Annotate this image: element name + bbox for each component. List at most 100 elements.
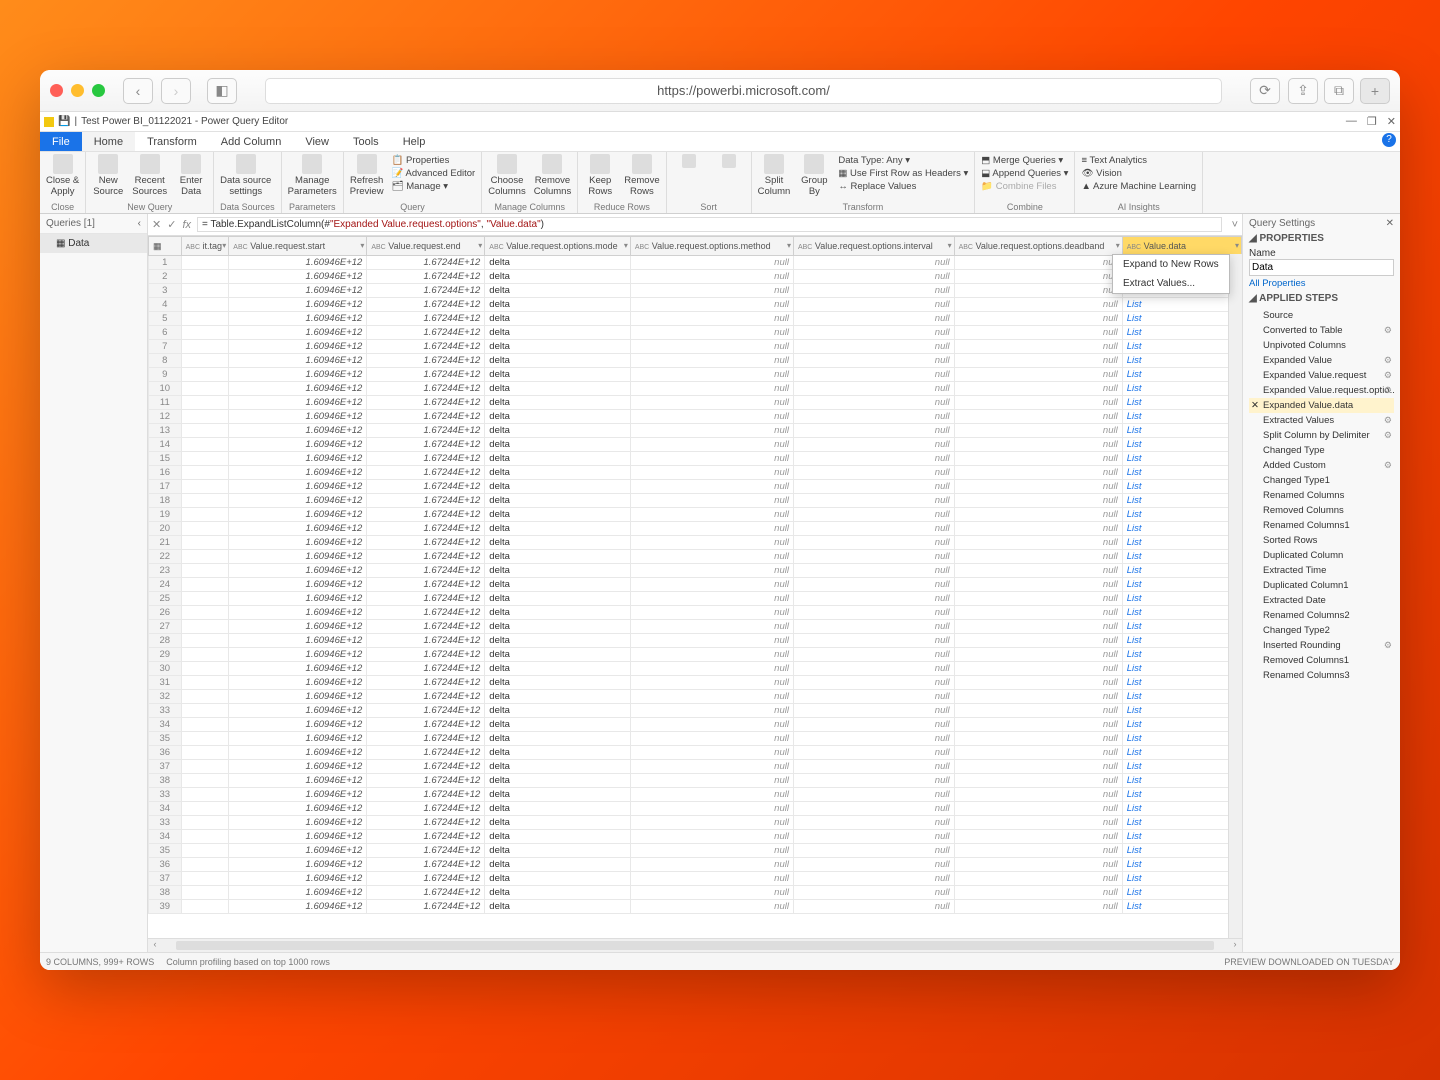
- cell[interactable]: null: [954, 438, 1122, 452]
- cell[interactable]: 1.67244E+12: [367, 466, 485, 480]
- row-number[interactable]: 14: [149, 438, 182, 452]
- cell[interactable]: delta: [485, 788, 631, 802]
- cell[interactable]: null: [954, 508, 1122, 522]
- gear-icon[interactable]: ⚙: [1384, 430, 1392, 441]
- minimize-icon[interactable]: —: [1346, 115, 1357, 128]
- row-number[interactable]: 11: [149, 396, 182, 410]
- column-header[interactable]: ABC it.tag▾: [181, 237, 229, 256]
- cell[interactable]: 1.67244E+12: [367, 606, 485, 620]
- cell-value-data[interactable]: List: [1122, 508, 1241, 522]
- cell[interactable]: [181, 872, 229, 886]
- recent-sources-button[interactable]: Recent Sources: [132, 154, 167, 197]
- cell[interactable]: 1.67244E+12: [367, 312, 485, 326]
- cell[interactable]: 1.67244E+12: [367, 438, 485, 452]
- row-number[interactable]: 35: [149, 844, 182, 858]
- row-number[interactable]: 28: [149, 634, 182, 648]
- cell[interactable]: null: [630, 634, 793, 648]
- cell[interactable]: 1.67244E+12: [367, 704, 485, 718]
- combine-files-button[interactable]: 📁 Combine Files: [981, 180, 1068, 193]
- cell[interactable]: null: [630, 774, 793, 788]
- cell[interactable]: null: [793, 424, 954, 438]
- cell[interactable]: delta: [485, 494, 631, 508]
- cell[interactable]: 1.67244E+12: [367, 550, 485, 564]
- row-number[interactable]: 33: [149, 816, 182, 830]
- cell[interactable]: null: [793, 858, 954, 872]
- applied-step[interactable]: Removed Columns: [1249, 503, 1394, 518]
- cell[interactable]: null: [954, 788, 1122, 802]
- cell[interactable]: delta: [485, 522, 631, 536]
- cell[interactable]: 1.60946E+12: [229, 900, 367, 914]
- restore-icon[interactable]: ❐: [1367, 115, 1377, 128]
- cell[interactable]: null: [630, 718, 793, 732]
- row-number[interactable]: 20: [149, 522, 182, 536]
- row-number[interactable]: 37: [149, 760, 182, 774]
- cell[interactable]: null: [630, 396, 793, 410]
- cell[interactable]: 1.60946E+12: [229, 872, 367, 886]
- cell[interactable]: 1.60946E+12: [229, 424, 367, 438]
- cell[interactable]: [181, 858, 229, 872]
- vertical-scrollbar[interactable]: [1228, 254, 1242, 938]
- cell[interactable]: null: [630, 284, 793, 298]
- cell[interactable]: null: [954, 718, 1122, 732]
- cell[interactable]: 1.67244E+12: [367, 578, 485, 592]
- cell[interactable]: null: [630, 424, 793, 438]
- cell[interactable]: null: [630, 312, 793, 326]
- cell[interactable]: null: [630, 816, 793, 830]
- cell[interactable]: 1.67244E+12: [367, 368, 485, 382]
- cell[interactable]: 1.60946E+12: [229, 858, 367, 872]
- cell[interactable]: null: [630, 690, 793, 704]
- cell[interactable]: null: [630, 606, 793, 620]
- cell-value-data[interactable]: List: [1122, 480, 1241, 494]
- cell[interactable]: null: [793, 690, 954, 704]
- cell[interactable]: null: [630, 872, 793, 886]
- cell[interactable]: null: [954, 802, 1122, 816]
- cell[interactable]: null: [793, 704, 954, 718]
- cell[interactable]: null: [793, 900, 954, 914]
- column-header[interactable]: ABC Value.request.start▾: [229, 237, 367, 256]
- cell[interactable]: 1.67244E+12: [367, 396, 485, 410]
- cell[interactable]: null: [793, 732, 954, 746]
- cell[interactable]: delta: [485, 550, 631, 564]
- cell[interactable]: [181, 886, 229, 900]
- horizontal-scrollbar[interactable]: ‹ ›: [148, 938, 1242, 952]
- cell[interactable]: 1.60946E+12: [229, 494, 367, 508]
- cell[interactable]: delta: [485, 620, 631, 634]
- cell[interactable]: null: [630, 746, 793, 760]
- cell-value-data[interactable]: List: [1122, 690, 1241, 704]
- cell[interactable]: 1.67244E+12: [367, 494, 485, 508]
- cell[interactable]: 1.60946E+12: [229, 690, 367, 704]
- cell[interactable]: null: [630, 438, 793, 452]
- cell[interactable]: 1.67244E+12: [367, 298, 485, 312]
- cell[interactable]: 1.60946E+12: [229, 368, 367, 382]
- cell-value-data[interactable]: List: [1122, 788, 1241, 802]
- cell[interactable]: 1.67244E+12: [367, 816, 485, 830]
- cell[interactable]: null: [954, 494, 1122, 508]
- reload-icon[interactable]: ⟳: [1250, 78, 1280, 104]
- cell[interactable]: [181, 732, 229, 746]
- cell[interactable]: delta: [485, 452, 631, 466]
- menu-tab-add-column[interactable]: Add Column: [209, 132, 294, 151]
- cell[interactable]: [181, 368, 229, 382]
- row-number[interactable]: 35: [149, 732, 182, 746]
- cell[interactable]: null: [630, 256, 793, 270]
- cell[interactable]: null: [793, 872, 954, 886]
- sort-desc-button[interactable]: [713, 154, 745, 168]
- cell[interactable]: [181, 718, 229, 732]
- cell-value-data[interactable]: List: [1122, 340, 1241, 354]
- applied-step[interactable]: Duplicated Column: [1249, 548, 1394, 563]
- cell[interactable]: null: [630, 298, 793, 312]
- cell[interactable]: null: [793, 648, 954, 662]
- row-number[interactable]: 18: [149, 494, 182, 508]
- applied-step[interactable]: Expanded Value.request.optio...⚙: [1249, 383, 1394, 398]
- row-number[interactable]: 34: [149, 802, 182, 816]
- row-number[interactable]: 33: [149, 788, 182, 802]
- cell[interactable]: [181, 494, 229, 508]
- row-number[interactable]: 5: [149, 312, 182, 326]
- cell[interactable]: null: [630, 788, 793, 802]
- row-header[interactable]: ▦: [149, 237, 182, 256]
- cell[interactable]: 1.60946E+12: [229, 676, 367, 690]
- cell[interactable]: null: [630, 564, 793, 578]
- cell[interactable]: null: [793, 550, 954, 564]
- cell[interactable]: 1.60946E+12: [229, 298, 367, 312]
- cell[interactable]: 1.60946E+12: [229, 312, 367, 326]
